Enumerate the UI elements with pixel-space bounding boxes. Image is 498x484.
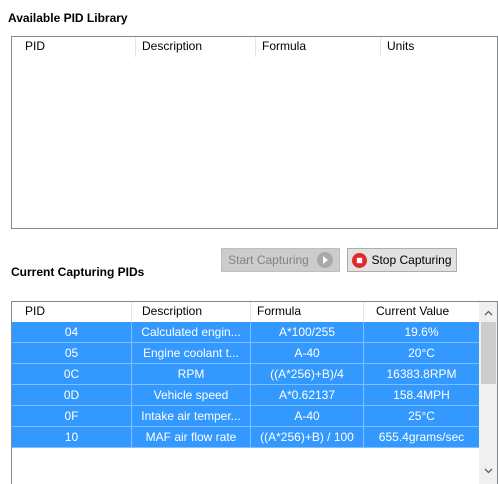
formula-cell: ((A*256)+B) / 100 (251, 427, 364, 448)
value-cell: 20°C (364, 343, 480, 364)
library-col-description[interactable]: Description (136, 37, 256, 57)
table-row[interactable]: 04 Calculated engin... A*100/255 19.6% (12, 322, 480, 343)
table-row[interactable]: 05 Engine coolant t... A-40 20°C (12, 343, 480, 364)
capturing-header: PID Description Formula Current Value (12, 302, 480, 322)
library-col-pid[interactable]: PID (12, 37, 136, 57)
start-capturing-label: Start Capturing (228, 253, 309, 267)
stop-capturing-button[interactable]: Stop Capturing (347, 248, 457, 272)
capturing-col-pid[interactable]: PID (12, 302, 132, 322)
formula-cell: A*100/255 (251, 322, 364, 343)
vertical-scrollbar[interactable] (479, 302, 497, 484)
pid-library-list[interactable]: PID Description Formula Units (11, 36, 498, 229)
play-circle-icon (316, 252, 333, 268)
description-cell: RPM (132, 364, 251, 385)
pid-cell: 0C (12, 364, 132, 385)
pid-cell: 05 (12, 343, 132, 364)
capturing-title: Current Capturing PIDs (11, 265, 145, 279)
chevron-down-icon[interactable] (480, 462, 497, 479)
pid-cell: 0F (12, 406, 132, 427)
library-title: Available PID Library (8, 11, 128, 25)
value-cell: 655.4grams/sec (364, 427, 480, 448)
table-row[interactable]: 0D Vehicle speed A*0.62137 158.4MPH (12, 385, 480, 406)
start-capturing-button[interactable]: Start Capturing (221, 248, 340, 272)
value-cell: 19.6% (364, 322, 480, 343)
chevron-up-icon[interactable] (480, 304, 497, 321)
formula-cell: ((A*256)+B)/4 (251, 364, 364, 385)
pid-cell: 10 (12, 427, 132, 448)
capturing-col-description[interactable]: Description (132, 302, 251, 322)
pid-cell: 04 (12, 322, 132, 343)
formula-cell: A-40 (251, 406, 364, 427)
library-header: PID Description Formula Units (12, 37, 497, 57)
capturing-col-formula[interactable]: Formula (251, 302, 364, 322)
library-col-formula[interactable]: Formula (256, 37, 381, 57)
scrollbar-thumb[interactable] (481, 322, 496, 384)
table-row[interactable]: 0C RPM ((A*256)+B)/4 16383.8RPM (12, 364, 480, 385)
description-cell: Engine coolant t... (132, 343, 251, 364)
library-col-units[interactable]: Units (381, 37, 497, 57)
capturing-rows: 04 Calculated engin... A*100/255 19.6% 0… (12, 322, 480, 448)
description-cell: Intake air temper... (132, 406, 251, 427)
stop-capturing-label: Stop Capturing (371, 253, 452, 267)
value-cell: 25°C (364, 406, 480, 427)
capturing-col-value[interactable]: Current Value (364, 302, 480, 322)
description-cell: Vehicle speed (132, 385, 251, 406)
stop-circle-icon (352, 252, 368, 268)
pid-cell: 0D (12, 385, 132, 406)
capturing-pids-list[interactable]: PID Description Formula Current Value 04… (11, 301, 498, 484)
table-row[interactable]: 0F Intake air temper... A-40 25°C (12, 406, 480, 427)
formula-cell: A*0.62137 (251, 385, 364, 406)
value-cell: 16383.8RPM (364, 364, 480, 385)
formula-cell: A-40 (251, 343, 364, 364)
table-row[interactable]: 10 MAF air flow rate ((A*256)+B) / 100 6… (12, 427, 480, 448)
description-cell: Calculated engin... (132, 322, 251, 343)
value-cell: 158.4MPH (364, 385, 480, 406)
description-cell: MAF air flow rate (132, 427, 251, 448)
